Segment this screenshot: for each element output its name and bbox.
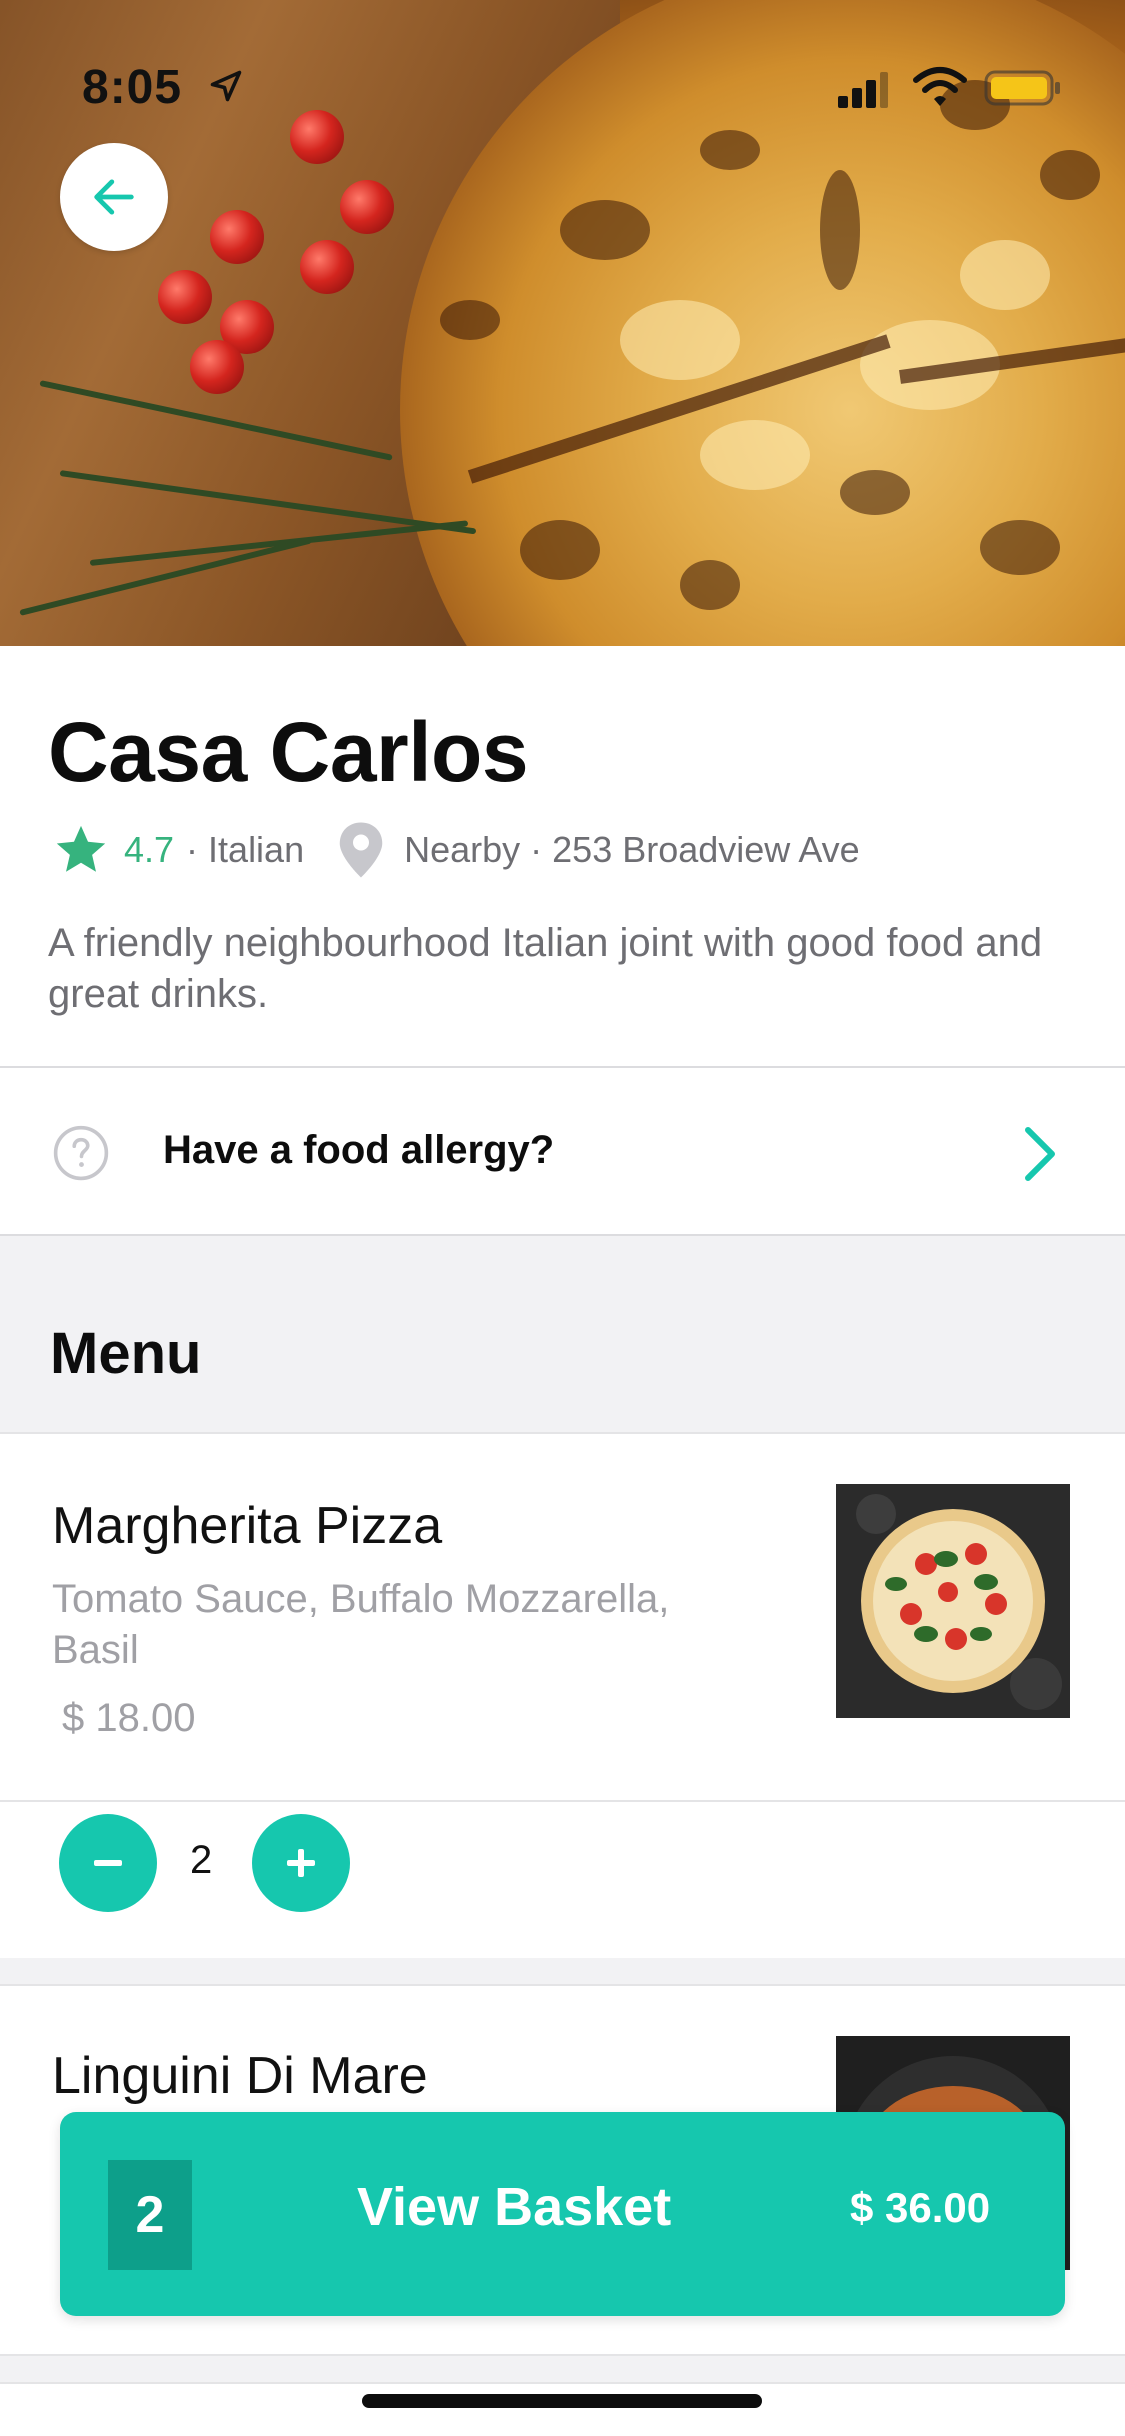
location-label: Nearby · 253 Broadview Ave — [404, 829, 860, 870]
menu-item-price: $ 18.00 — [62, 1696, 196, 1740]
quantity-stepper: 2 — [0, 1802, 1125, 1958]
back-button[interactable] — [60, 143, 168, 251]
menu-item-card[interactable]: Margherita Pizza Tomato Sauce, Buffalo M… — [0, 1432, 1125, 1802]
view-basket-label: View Basket — [357, 2177, 672, 2237]
star-icon — [56, 825, 106, 872]
restaurant-description: A friendly neighbourhood Italian joint w… — [48, 921, 1043, 1016]
menu-item-image — [836, 1484, 1070, 1718]
food-allergy-row[interactable]: Have a food allergy? — [0, 1068, 1125, 1236]
cuisine-label: · Italian — [186, 829, 305, 870]
basket-count-badge: 2 — [108, 2160, 192, 2270]
menu-item-name: Margherita Pizza — [52, 1497, 443, 1555]
minus-icon — [94, 1860, 122, 1866]
restaurant-name: Casa Carlos — [48, 705, 529, 799]
pizza-image — [836, 1484, 1070, 1718]
arrow-left-icon — [94, 179, 134, 215]
view-basket-button[interactable]: 2 View Basket $ 36.00 — [60, 2112, 1065, 2316]
location-arrow-icon — [210, 70, 242, 102]
wifi-icon — [913, 67, 967, 106]
restaurant-info: Casa Carlos 4.7 · Italian Nearby · 253 B… — [0, 646, 1125, 1066]
basket-total: $ 36.00 — [850, 2184, 991, 2231]
menu-item-description: Tomato Sauce, Buffalo Mozzarella, Basil — [52, 1577, 670, 1672]
home-indicator — [362, 2394, 762, 2408]
quantity-value: 2 — [190, 1838, 213, 1882]
menu-heading: Menu — [50, 1321, 202, 1386]
battery-icon — [984, 70, 1060, 106]
chevron-right-icon — [1025, 1127, 1055, 1181]
increase-quantity-button[interactable] — [252, 1814, 350, 1912]
menu-item-name: Linguini Di Mare — [52, 2047, 428, 2105]
plus-icon — [287, 1849, 315, 1877]
signal-icon — [838, 72, 888, 108]
rating-value: 4.7 — [124, 829, 175, 870]
map-pin-icon — [339, 822, 383, 878]
status-time: 8:05 — [82, 61, 183, 114]
allergy-label: Have a food allergy? — [163, 1128, 555, 1172]
menu-item-card[interactable] — [0, 2382, 1125, 2436]
restaurant-meta: 4.7 · Italian Nearby · 253 Broadview Ave — [52, 820, 860, 880]
decrease-quantity-button[interactable] — [59, 1814, 157, 1912]
question-circle-icon — [53, 1125, 109, 1181]
